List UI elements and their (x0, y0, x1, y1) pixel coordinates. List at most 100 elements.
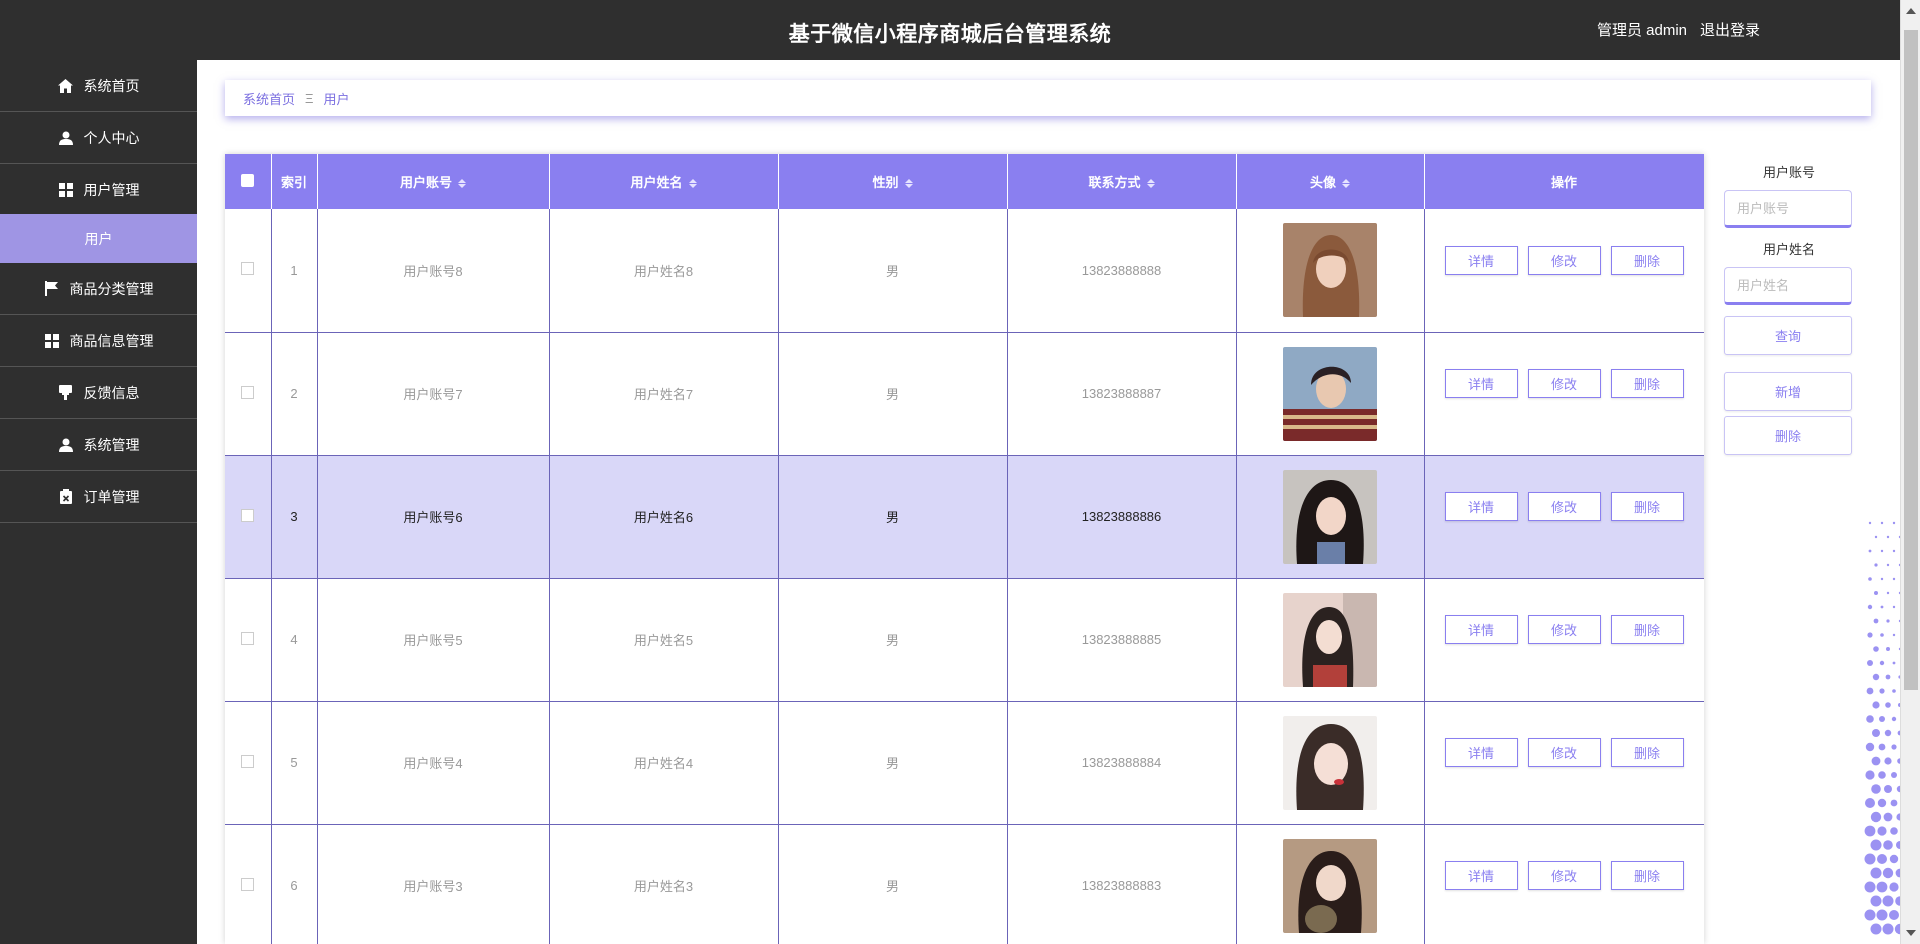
flag-icon (44, 281, 60, 297)
table-row[interactable]: 3 用户账号6 用户姓名6 男 13823888886 详情 修改 删除 (225, 455, 1704, 579)
sort-icon[interactable] (1342, 178, 1350, 189)
decorative-dot (1891, 716, 1897, 722)
breadcrumb-home-link[interactable]: 系统首页 (243, 89, 295, 108)
cell-phone: 13823888885 (1007, 578, 1237, 702)
cell-name: 用户姓名5 (549, 578, 779, 702)
select-all-checkbox[interactable] (241, 173, 255, 187)
edit-button[interactable]: 修改 (1527, 492, 1601, 521)
detail-button[interactable]: 详情 (1444, 615, 1518, 644)
cell-name: 用户姓名4 (549, 701, 779, 825)
decorative-dot (1878, 743, 1886, 751)
sort-icon[interactable] (1146, 178, 1155, 189)
scroll-down-arrow-icon[interactable] (1906, 930, 1916, 936)
detail-button[interactable]: 详情 (1444, 861, 1518, 890)
detail-button[interactable]: 详情 (1444, 369, 1518, 398)
sidebar: 系统首页 个人中心 用户管理 用户 商品分类管理 商品信息管理 反馈信息 系统管… (0, 60, 197, 944)
feedback-icon (58, 385, 74, 401)
page-scrollbar[interactable] (1900, 0, 1920, 944)
decorative-dot (1870, 895, 1882, 907)
add-button[interactable]: 新增 (1724, 372, 1852, 411)
cell-name: 用户姓名8 (549, 209, 779, 333)
sidebar-item-orders[interactable]: 订单管理 (0, 471, 197, 523)
decorative-dot (1871, 784, 1881, 794)
cell-index: 2 (271, 332, 318, 456)
sort-icon[interactable] (688, 178, 697, 189)
scrollbar-thumb[interactable] (1904, 30, 1918, 690)
row-checkbox[interactable] (241, 877, 255, 891)
column-header-gender[interactable]: 性别 (778, 154, 1008, 209)
row-checkbox[interactable] (241, 508, 255, 522)
table-row[interactable]: 1 用户账号8 用户姓名8 男 13823888888 详情 修改 删除 (225, 209, 1704, 333)
decorative-dot (1886, 563, 1890, 567)
table-row[interactable]: 4 用户账号5 用户姓名5 男 13823888885 详情 修改 删除 (225, 578, 1704, 702)
row-checkbox[interactable] (241, 754, 255, 768)
sidebar-item-label: 系统管理 (83, 436, 140, 453)
row-checkbox[interactable] (241, 262, 255, 276)
table-header-row: 索引 用户账号 用户姓名 性别 联系方式 头像 操作 (225, 154, 1704, 209)
sidebar-item-product-management[interactable]: 商品信息管理 (0, 315, 197, 367)
batch-delete-button[interactable]: 删除 (1724, 416, 1852, 455)
account-filter-label: 用户账号 (1762, 165, 1815, 180)
cell-account: 用户账号8 (317, 209, 550, 333)
edit-button[interactable]: 修改 (1527, 245, 1601, 275)
decorative-dot (1877, 826, 1887, 836)
table-row[interactable]: 2 用户账号7 用户姓名7 男 13823888887 详情 修改 删除 (225, 332, 1704, 456)
decorative-dot (1874, 591, 1878, 595)
sort-icon[interactable] (904, 178, 913, 189)
sidebar-item-feedback[interactable]: 反馈信息 (0, 367, 197, 419)
sort-icon[interactable] (458, 178, 466, 189)
table-row[interactable]: 6 用户账号3 用户姓名3 男 13823888883 详情 修改 删除 (225, 824, 1704, 944)
row-checkbox[interactable] (241, 385, 255, 399)
breadcrumb-separator: Ξ (305, 90, 314, 106)
decorative-dot (1865, 770, 1875, 780)
edit-button[interactable]: 修改 (1527, 615, 1601, 644)
cell-gender: 男 (778, 209, 1008, 333)
table-row[interactable]: 5 用户账号4 用户姓名4 男 13823888884 详情 修改 删除 (225, 701, 1704, 825)
cell-index: 3 (271, 455, 318, 579)
account-search-input[interactable] (1724, 190, 1852, 228)
delete-button[interactable]: 删除 (1610, 369, 1684, 398)
edit-button[interactable]: 修改 (1527, 861, 1601, 890)
delete-button[interactable]: 删除 (1610, 492, 1684, 521)
decorative-dot (1880, 549, 1884, 553)
column-header-phone[interactable]: 联系方式 (1007, 154, 1237, 209)
avatar (1283, 715, 1377, 810)
sidebar-item-label: 商品分类管理 (69, 280, 154, 297)
sidebar-item-category-management[interactable]: 商品分类管理 (0, 263, 197, 315)
cell-name: 用户姓名3 (549, 824, 779, 944)
delete-button[interactable]: 删除 (1610, 615, 1684, 644)
delete-button[interactable]: 删除 (1610, 861, 1684, 890)
decorative-dot (1864, 909, 1876, 921)
decorative-dot (1870, 839, 1882, 851)
row-checkbox[interactable] (241, 631, 255, 645)
edit-button[interactable]: 修改 (1527, 369, 1601, 398)
sidebar-item-users[interactable]: 用户 (0, 214, 197, 263)
detail-button[interactable]: 详情 (1444, 245, 1518, 275)
decorative-dot (1886, 647, 1890, 651)
column-header-avatar[interactable]: 头像 (1236, 154, 1425, 209)
column-header-account[interactable]: 用户账号 (317, 154, 550, 209)
decorative-dot (1892, 577, 1896, 581)
home-icon (58, 78, 74, 94)
name-search-input[interactable] (1724, 267, 1852, 305)
cell-gender: 男 (778, 701, 1008, 825)
sidebar-item-user-management[interactable]: 用户管理 (0, 164, 197, 216)
decorative-dot (1892, 549, 1896, 553)
decorative-dot (1882, 867, 1894, 879)
delete-button[interactable]: 删除 (1610, 738, 1684, 767)
scroll-up-arrow-icon[interactable] (1906, 8, 1916, 14)
detail-button[interactable]: 详情 (1444, 738, 1518, 767)
decorative-dot (1864, 825, 1876, 837)
sidebar-item-profile[interactable]: 个人中心 (0, 112, 197, 164)
decorative-dot (1879, 660, 1885, 666)
select-all-cell[interactable] (225, 154, 272, 209)
decorative-dot (1892, 521, 1896, 525)
edit-button[interactable]: 修改 (1527, 738, 1601, 767)
detail-button[interactable]: 详情 (1444, 492, 1518, 521)
delete-button[interactable]: 删除 (1610, 245, 1684, 275)
query-button[interactable]: 查询 (1724, 316, 1852, 355)
logout-link[interactable]: 退出登录 (1700, 19, 1760, 40)
column-header-name[interactable]: 用户姓名 (549, 154, 779, 209)
sidebar-item-system[interactable]: 系统管理 (0, 419, 197, 471)
sidebar-item-home[interactable]: 系统首页 (0, 60, 197, 112)
